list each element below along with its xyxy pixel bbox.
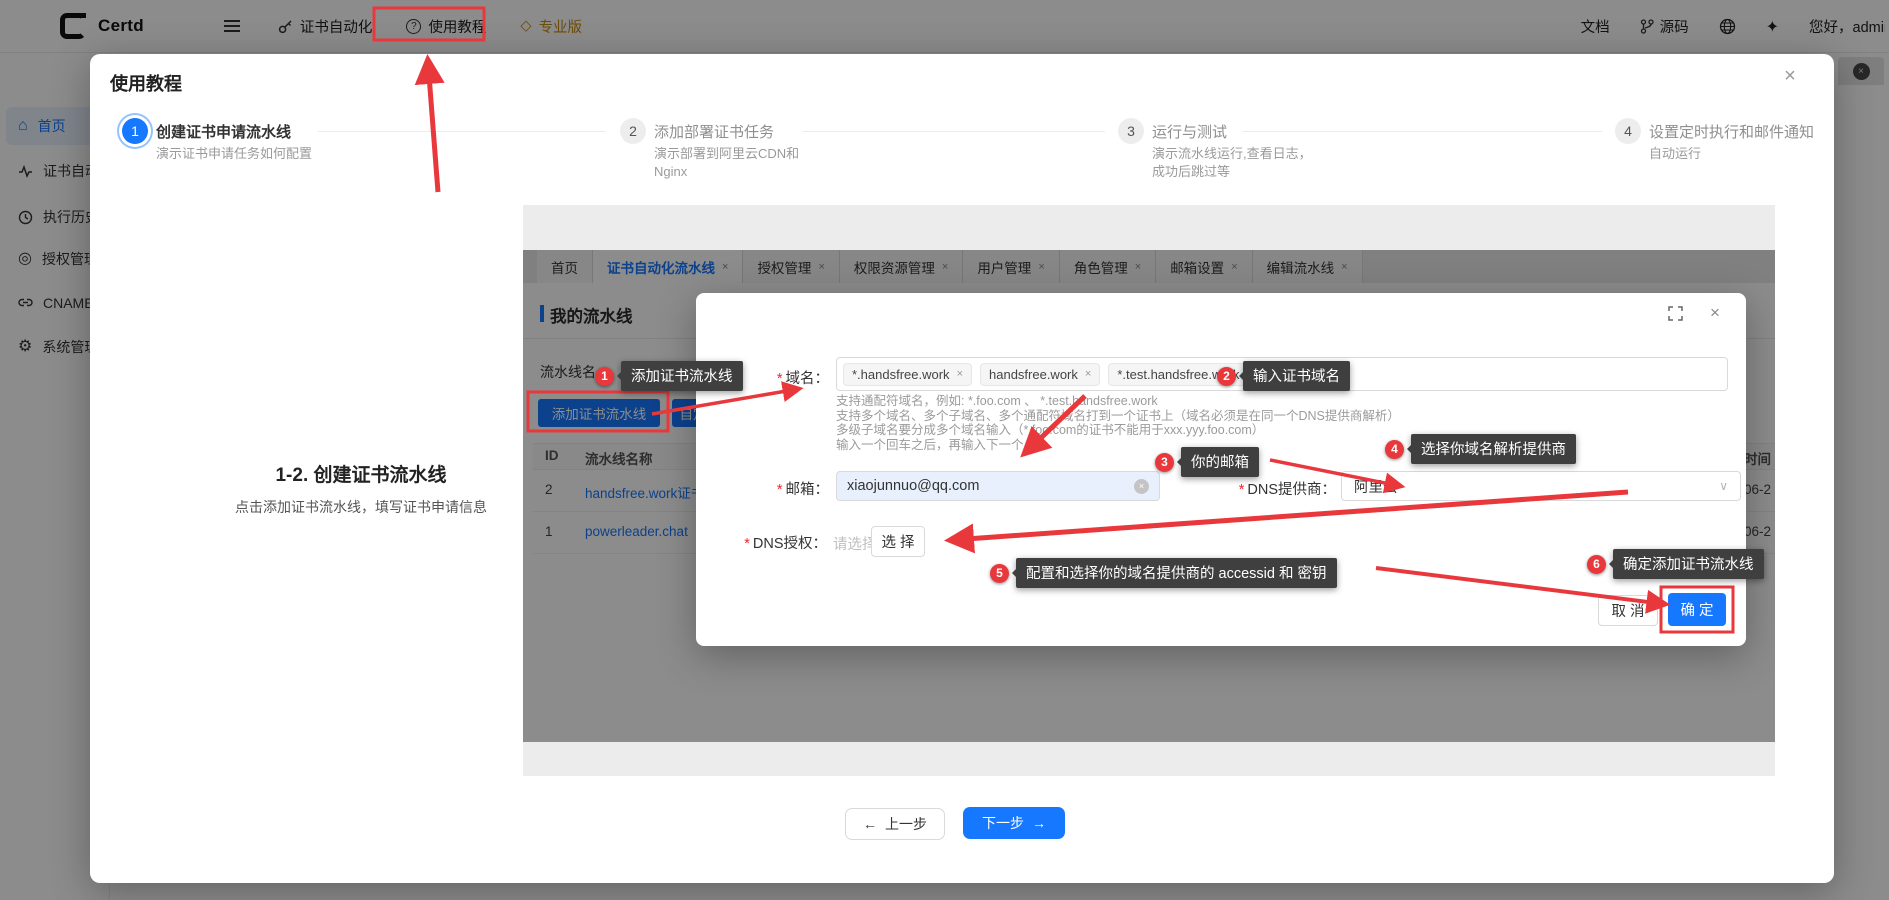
next-step-button[interactable]: 下一步 → bbox=[963, 807, 1065, 839]
step-title: 运行与测试 bbox=[1152, 121, 1227, 142]
domain-tag: handsfree.work × bbox=[980, 363, 1100, 386]
tag-text: handsfree.work bbox=[989, 367, 1078, 382]
label-text: DNS授权： bbox=[753, 536, 827, 552]
tag-close-icon[interactable]: × bbox=[957, 368, 963, 380]
dns-auth-select-button[interactable]: 选 择 bbox=[871, 526, 925, 557]
clear-input-icon[interactable]: × bbox=[1134, 479, 1149, 494]
help-line: 支持多个域名、多个子域名、多个通配符域名打到一个证书上（域名必须是在同一个DNS… bbox=[836, 409, 1400, 424]
required-mark: * bbox=[777, 482, 783, 498]
step-note: 1-2. 创建证书流水线 点击添加证书流水线，填写证书申请信息 bbox=[216, 460, 506, 517]
label-text: DNS提供商： bbox=[1247, 482, 1336, 498]
help-line: 支持通配符域名，例如: *.foo.com 、 *.test.handsfree… bbox=[836, 394, 1400, 409]
domain-help-text: 支持通配符域名，例如: *.foo.com 、 *.test.handsfree… bbox=[836, 394, 1400, 452]
prev-step-button[interactable]: ← 上一步 bbox=[845, 808, 945, 840]
back-arrow-icon: ← bbox=[863, 816, 877, 832]
step-desc: 自动运行 bbox=[1649, 145, 1813, 163]
step-connector bbox=[318, 131, 606, 132]
modal-title: 使用教程 bbox=[110, 70, 182, 96]
cancel-button[interactable]: 取 消 bbox=[1598, 595, 1658, 626]
tag-text: *.test.handsfree.work bbox=[1117, 367, 1239, 382]
confirm-button[interactable]: 确 定 bbox=[1668, 593, 1726, 626]
dns-auth-label: *DNS授权： bbox=[727, 532, 827, 553]
tag-close-icon[interactable]: × bbox=[1085, 368, 1091, 380]
domain-tag: *.test.handsfree.work × bbox=[1108, 363, 1262, 386]
email-value: xiaojunnuo@qq.com bbox=[847, 478, 979, 494]
dialog-close-icon[interactable]: × bbox=[1710, 303, 1720, 323]
step-title: 创建证书申请流水线 bbox=[156, 121, 291, 142]
step-number: 3 bbox=[1118, 118, 1144, 144]
required-mark: * bbox=[744, 536, 750, 552]
tag-close-icon[interactable]: × bbox=[1246, 368, 1252, 380]
domain-label: *域名： bbox=[729, 367, 829, 388]
email-label: *邮箱： bbox=[729, 478, 829, 499]
step-title: 设置定时执行和邮件通知 bbox=[1649, 121, 1814, 142]
label-text: 邮箱： bbox=[786, 482, 830, 498]
step-number: 2 bbox=[620, 118, 646, 144]
note-heading: 1-2. 创建证书流水线 bbox=[216, 460, 506, 487]
chevron-down-icon: ∨ bbox=[1719, 479, 1728, 493]
step-title: 添加部署证书任务 bbox=[654, 121, 774, 142]
step-connector bbox=[1242, 131, 1602, 132]
prev-label: 上一步 bbox=[885, 814, 927, 834]
fullscreen-icon[interactable] bbox=[1668, 306, 1683, 321]
forward-arrow-icon: → bbox=[1032, 815, 1046, 831]
step-desc: 演示流水线运行,查看日志，成功后跳过等 bbox=[1152, 145, 1316, 181]
page: Certd 证书自动化 ? 使用教程 ◇ 专业版 文档 源码 ✦ bbox=[0, 0, 1889, 900]
add-pipeline-dialog: × *域名： *.handsfree.work× handsfree.work×… bbox=[696, 293, 1746, 646]
dns-provider-value: 阿里云 bbox=[1354, 476, 1398, 497]
step-number: 4 bbox=[1615, 118, 1641, 144]
email-input[interactable]: xiaojunnuo@qq.com × bbox=[836, 471, 1160, 501]
required-mark: * bbox=[1239, 482, 1245, 498]
help-line: 输入一个回车之后，再输入下一个 bbox=[836, 438, 1400, 453]
note-body: 点击添加证书流水线，填写证书申请信息 bbox=[216, 497, 506, 517]
tutorial-modal: 使用教程 × 1 创建证书申请流水线 演示证书申请任务如何配置 2 添加部署证书… bbox=[90, 54, 1834, 883]
step-connector bbox=[802, 131, 1105, 132]
step-desc: 演示部署到阿里云CDN和Nginx bbox=[654, 145, 818, 181]
step-number: 1 bbox=[122, 118, 148, 144]
step-desc: 演示证书申请任务如何配置 bbox=[156, 145, 320, 163]
domain-tag: *.handsfree.work × bbox=[843, 363, 972, 386]
tag-text: *.handsfree.work bbox=[852, 367, 950, 382]
domain-input[interactable]: *.handsfree.work × handsfree.work × *.test… bbox=[836, 357, 1728, 391]
dns-auth-placeholder: 请选择 bbox=[833, 533, 877, 554]
dns-provider-select[interactable]: 阿里云 ∨ bbox=[1341, 471, 1741, 501]
tutorial-screenshot: 首页 证书自动化流水线× 授权管理× 权限资源管理× 用户管理× 角色管理× 邮… bbox=[523, 205, 1775, 776]
dns-provider-label: *DNS提供商： bbox=[1178, 478, 1336, 499]
required-mark: * bbox=[777, 371, 783, 387]
label-text: 域名： bbox=[786, 371, 830, 387]
next-label: 下一步 bbox=[982, 813, 1024, 833]
help-line: 多级子域名要分成多个域名输入（*.foo.com的证书不能用于xxx.yyy.f… bbox=[836, 423, 1400, 438]
modal-close-icon[interactable]: × bbox=[1776, 62, 1804, 90]
